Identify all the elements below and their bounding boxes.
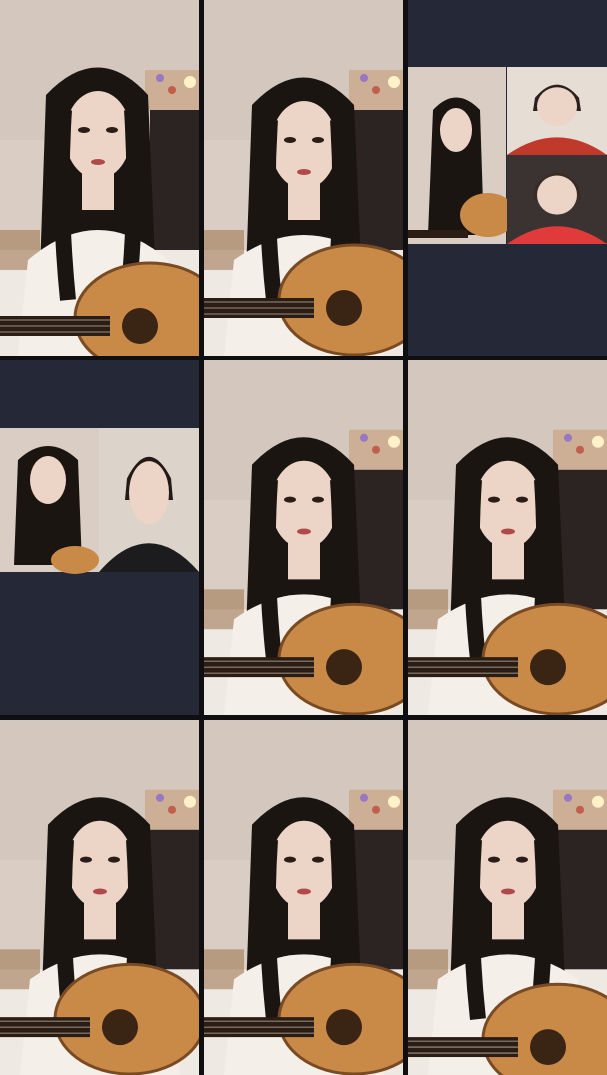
- video-collage: [0, 0, 607, 1075]
- video-frame-8: [204, 720, 403, 1075]
- video-frame-7: [0, 720, 199, 1075]
- video-frame-5: [204, 360, 403, 715]
- video-frame-9: [408, 720, 607, 1075]
- video-frame-4-duet-call: [0, 360, 199, 715]
- video-frame-3-group-call: [408, 0, 607, 356]
- video-frame-6: [408, 360, 607, 715]
- video-frame-1: [0, 0, 199, 356]
- video-frame-2: [204, 0, 403, 356]
